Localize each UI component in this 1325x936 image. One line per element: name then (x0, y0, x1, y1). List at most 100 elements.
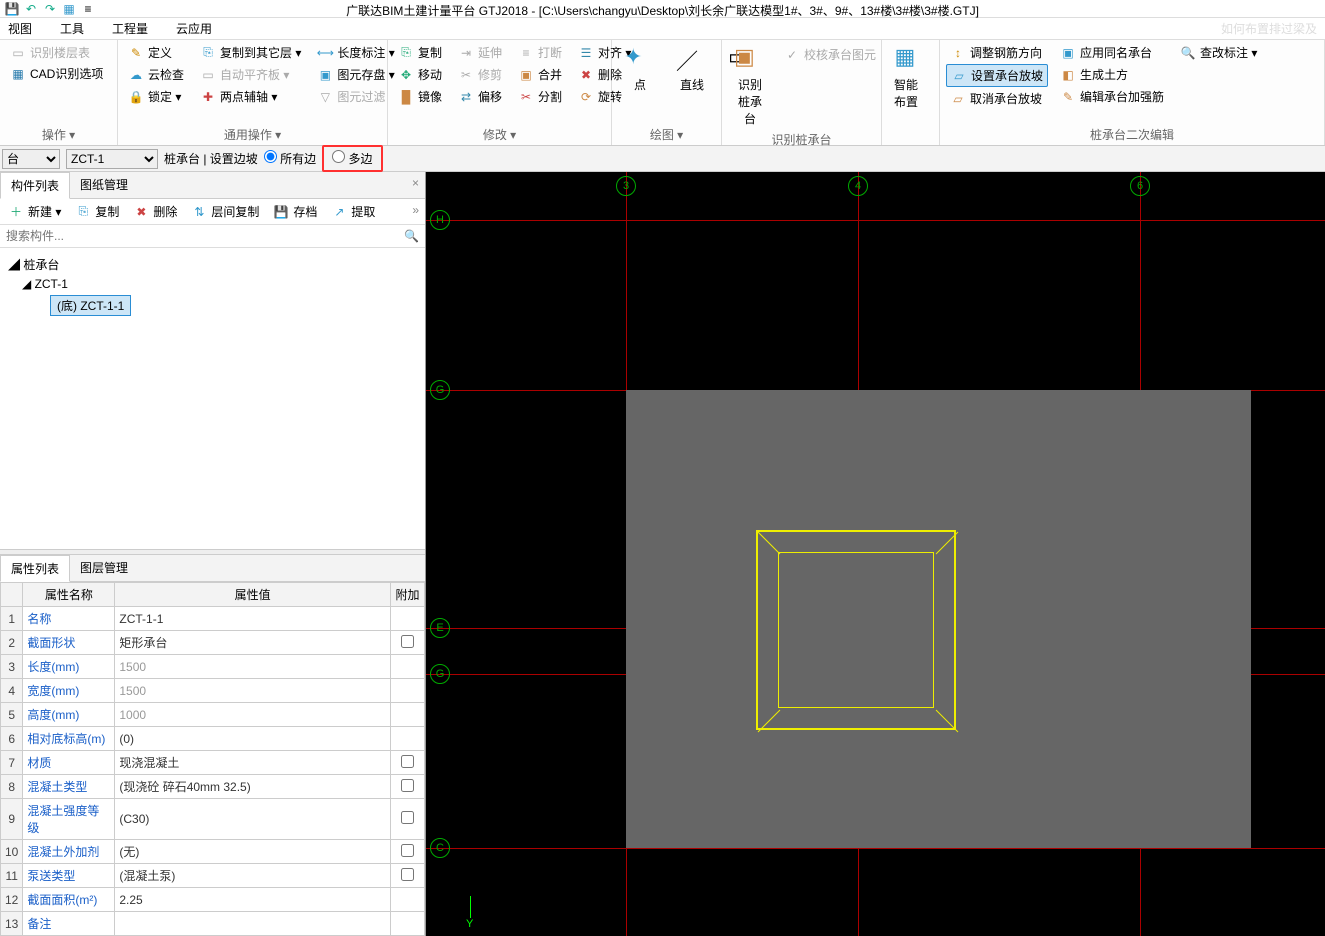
extra-checkbox[interactable] (401, 755, 414, 768)
group-operate-label: 操作 ▾ (6, 124, 111, 145)
toolbar-overflow-icon[interactable]: » (412, 203, 419, 220)
new-button[interactable]: ＋新建 ▾ (6, 203, 63, 220)
cad-identify-options[interactable]: ▦CAD识别选项 (6, 63, 111, 84)
copy-button[interactable]: ⎘复制 (394, 42, 446, 63)
point-button[interactable]: ✦点 (618, 42, 662, 95)
prop-row[interactable]: 7材质现浇混凝土 (1, 751, 425, 775)
copy-other-layer-button[interactable]: ⎘复制到其它层 ▾ (196, 42, 305, 63)
grid-row-c: C (430, 838, 450, 858)
tab-components[interactable]: 构件列表 (0, 172, 70, 199)
grid-col-6: 6 (1130, 176, 1150, 196)
apply-same-name-cap[interactable]: ▣应用同名承台 (1056, 42, 1168, 63)
view-change-dim[interactable]: 🔍查改标注 ▾ (1176, 42, 1261, 63)
qat-more-icon[interactable]: ≡ (80, 1, 96, 17)
define-button[interactable]: ✎定义 (124, 42, 188, 63)
component-select[interactable]: ZCT-1 (66, 149, 158, 169)
search-input[interactable] (0, 225, 425, 248)
adjust-rebar-direction[interactable]: ↕调整钢筋方向 (946, 42, 1048, 63)
radio-multi-edge[interactable]: 多边 (332, 152, 372, 166)
edit-cap-reinforce[interactable]: ✎编辑承台加强筋 (1056, 86, 1168, 107)
cancel-cap-slope-button[interactable]: ▱取消承台放坡 (946, 88, 1048, 109)
line-button: ／直线 (670, 42, 714, 95)
property-tabs: 属性列表 图层管理 (0, 555, 425, 582)
tab-properties[interactable]: 属性列表 (0, 555, 70, 582)
element-save-button[interactable]: ▣图元存盘 ▾ (313, 64, 398, 85)
set-cap-slope-button[interactable]: ▱设置承台放坡 (946, 64, 1048, 87)
cloud-check-button[interactable]: ☁云检查 (124, 64, 188, 85)
extra-checkbox[interactable] (401, 811, 414, 824)
offset-button[interactable]: ⇄偏移 (454, 86, 506, 107)
prop-row[interactable]: 6相对底标高(m)(0) (1, 727, 425, 751)
mirror-button[interactable]: ▐▌镜像 (394, 86, 446, 107)
element-filter-button: ▽图元过滤 (313, 86, 398, 107)
viewport[interactable]: 3 4 6 H G E G C Y (426, 172, 1325, 936)
smart-layout-button[interactable]: ▦智能布置 (888, 42, 933, 112)
axis-arrow (470, 896, 471, 918)
tab-drawings[interactable]: 图纸管理 (70, 172, 138, 198)
save-comp-button[interactable]: 💾存档 (271, 203, 319, 220)
merge-button[interactable]: ▣合并 (514, 64, 566, 85)
two-point-aux-axis-button[interactable]: ✚两点辅轴 ▾ (196, 86, 305, 107)
options-bar: 台 ZCT-1 桩承台 | 设置边坡 所有边 多边 (0, 146, 1325, 172)
ribbon: ▭识别楼层表 ▦CAD识别选项 操作 ▾ ✎定义 ☁云检查 🔒锁定 ▾ ⎘复制到… (0, 40, 1325, 146)
length-dim-button[interactable]: ⟷长度标注 ▾ (313, 42, 398, 63)
split-button[interactable]: ✂分割 (514, 86, 566, 107)
extract-button[interactable]: ↗提取 (329, 203, 377, 220)
component-toolbar: ＋新建 ▾ ⎘复制 ✖删除 ⇅层间复制 💾存档 ↗提取 » (0, 199, 425, 225)
prop-row[interactable]: 11泵送类型(混凝土泵) (1, 864, 425, 888)
menu-cloud[interactable]: 云应用 (176, 20, 212, 37)
grid-row-g: G (430, 380, 450, 400)
tree-zct1[interactable]: ◢ ZCT-1 (4, 275, 421, 293)
component-panel-tabs: 构件列表 图纸管理 × (0, 172, 425, 199)
generate-earthwork[interactable]: ◧生成土方 (1056, 64, 1168, 85)
tree-zct1-1[interactable]: (底) ZCT-1-1 (50, 295, 131, 316)
extra-checkbox[interactable] (401, 779, 414, 792)
prop-row[interactable]: 5高度(mm)1000 (1, 703, 425, 727)
prop-row[interactable]: 9混凝土强度等级(C30) (1, 799, 425, 840)
prop-row[interactable]: 1名称ZCT-1-1 (1, 607, 425, 631)
prop-row[interactable]: 3长度(mm)1500 (1, 655, 425, 679)
group-identify-cap-label: 识别桩承台 (728, 129, 875, 150)
delete-comp-button[interactable]: ✖删除 (131, 203, 179, 220)
search-icon[interactable]: 🔍 (404, 229, 419, 243)
panel-close-icon[interactable]: × (406, 172, 425, 198)
extra-checkbox[interactable] (401, 868, 414, 881)
axis-y-label: Y (466, 918, 473, 930)
tab-layers[interactable]: 图层管理 (70, 555, 138, 581)
component-tree[interactable]: ◢ 桩承台 ◢ ZCT-1 (底) ZCT-1-1 (0, 248, 425, 549)
qat-undo-icon[interactable]: ↶ (23, 1, 39, 17)
qat-redo-icon[interactable]: ↷ (42, 1, 58, 17)
prop-row[interactable]: 12截面面积(m²)2.25 (1, 888, 425, 912)
prop-row[interactable]: 13备注 (1, 912, 425, 936)
radio-all-edges[interactable]: 所有边 (264, 150, 316, 167)
col-extra: 附加 (391, 583, 425, 607)
identify-pile-cap-button[interactable]: ▣识别桩承台 (728, 42, 772, 129)
group-smart-label (888, 141, 933, 145)
group-common-label: 通用操作 ▾ (124, 124, 381, 145)
grid-col-4: 4 (848, 176, 868, 196)
tree-root[interactable]: ◢ 桩承台 (4, 254, 421, 275)
left-panel: 构件列表 图纸管理 × ＋新建 ▾ ⎘复制 ✖删除 ⇅层间复制 💾存档 ↗提取 … (0, 172, 426, 936)
prop-row[interactable]: 4宽度(mm)1500 (1, 679, 425, 703)
prop-row[interactable]: 8混凝土类型(现浇砼 碎石40mm 32.5) (1, 775, 425, 799)
category-select[interactable]: 台 (2, 149, 60, 169)
menu-view[interactable]: 视图 (8, 20, 32, 37)
prop-row[interactable]: 10混凝土外加剂(无) (1, 840, 425, 864)
layer-copy-button[interactable]: ⇅层间复制 (189, 203, 261, 220)
qat-cloud-icon[interactable]: ▦ (61, 1, 77, 17)
quick-access-toolbar: 💾 ↶ ↷ ▦ ≡ 广联达BIM土建计量平台 GTJ2018 - [C:\Use… (0, 0, 1325, 18)
qat-save-icon[interactable]: 💾 (4, 1, 20, 17)
col-name: 属性名称 (23, 583, 115, 607)
verify-cap-element: ✓校核承台图元 (780, 44, 880, 65)
pile-cap-outline[interactable] (756, 530, 956, 730)
move-button[interactable]: ✥移动 (394, 64, 446, 85)
main-area: 构件列表 图纸管理 × ＋新建 ▾ ⎘复制 ✖删除 ⇅层间复制 💾存档 ↗提取 … (0, 172, 1325, 936)
copy-comp-button[interactable]: ⎘复制 (73, 203, 121, 220)
menu-quantity[interactable]: 工程量 (112, 20, 148, 37)
extra-checkbox[interactable] (401, 844, 414, 857)
extend-button: ⇥延伸 (454, 42, 506, 63)
lock-button[interactable]: 🔒锁定 ▾ (124, 86, 188, 107)
prop-row[interactable]: 2截面形状矩形承台 (1, 631, 425, 655)
menu-tool[interactable]: 工具 (60, 20, 84, 37)
extra-checkbox[interactable] (401, 635, 414, 648)
